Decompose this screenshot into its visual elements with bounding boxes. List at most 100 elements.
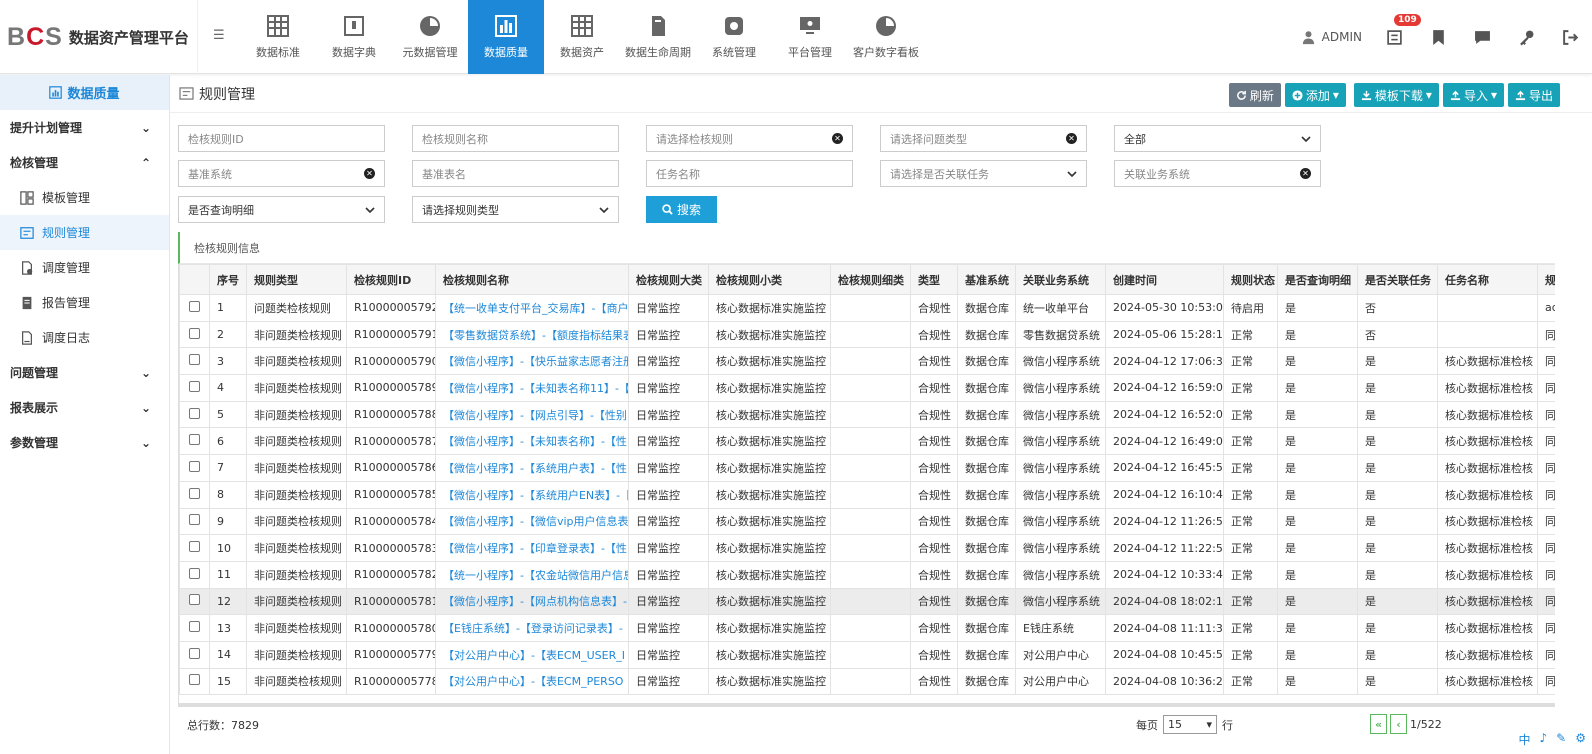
rule-name-link[interactable]: 【统一收单支付平台_交易库】-【商户 [435,294,629,322]
task-list-button[interactable]: 109 [1372,0,1421,74]
menu-toggle-icon[interactable]: ☰ [213,28,225,43]
template-download-button[interactable]: 模板下载 ▾ [1353,83,1439,107]
row-checkbox[interactable] [189,434,200,446]
nav-item-8[interactable]: 客户数字看板 [848,0,924,74]
export-button[interactable]: 导出 [1507,83,1560,107]
table-row[interactable]: 4 非问题类检核规则 R10000005789 【微信小程序】-【未知表名称11】-【… [179,374,1555,402]
row-checkbox[interactable] [189,594,200,606]
column-header[interactable]: 检核规则细类 [830,264,911,295]
import-button[interactable]: 导入 ▾ [1442,83,1504,107]
sidebar-item-template[interactable]: 模板管理 [0,180,169,215]
rule-name-link[interactable]: 【统一小程序】-【农金站微信用户信息 [435,560,629,589]
rule-name-link[interactable]: 【微信小程序】-【系统用户EN表】-【 [435,480,629,509]
rule-name-link[interactable]: 【微信小程序】-【未知表名称】-【性 [435,427,629,456]
rule-name-link[interactable]: 【微信小程序】-【系统用户表】-【性 [435,454,629,482]
ime-item[interactable]: ♪ [1540,731,1548,748]
rule-name-link[interactable]: 【微信小程序】-【网点机构信息表】- [435,587,629,616]
clear-icon[interactable]: ✕ [364,168,375,179]
linked-system-select[interactable]: 关联业务系统 ✕ [1114,160,1321,187]
column-header[interactable]: 是否关联任务 [1357,264,1438,295]
refresh-button[interactable]: 刷新 [1228,83,1281,107]
table-row[interactable]: 8 非问题类检核规则 R10000005785 【微信小程序】-【系统用户EN表】-【… [179,480,1555,509]
column-header[interactable]: 序号 [209,264,247,295]
row-checkbox[interactable] [189,514,200,526]
search-button[interactable]: 搜索 [646,196,717,223]
clear-icon[interactable]: ✕ [1300,168,1311,179]
column-header[interactable]: 规则类型 [246,264,347,295]
table-row[interactable]: 11 非问题类检核规则 R10000005782 【统一小程序】-【农金站微信用户信息… [179,560,1555,589]
nav-item-6[interactable]: 系统管理 [696,0,772,74]
sidebar-group-problem[interactable]: 问题管理 ⌄ [0,355,169,390]
problem-type-select[interactable]: 请选择问题类型 ✕ [880,125,1087,152]
row-checkbox[interactable] [189,354,200,366]
column-header[interactable]: 是否查询明细 [1277,264,1358,295]
row-checkbox[interactable] [189,621,200,633]
nav-item-2[interactable]: 元数据管理 [392,0,468,74]
row-checkbox[interactable] [189,300,200,312]
rule-name-link[interactable]: 【零售数据贷系统】-【额度指标结果表 [435,320,629,349]
row-checkbox[interactable] [189,567,200,579]
table-row[interactable]: 13 非问题类检核规则 R10000005780 【E钱庄系统】-【登录访问记录表】-… [179,614,1555,642]
table-row[interactable]: 5 非问题类检核规则 R10000005788 【微信小程序】-【网点引导】-【性别日… [179,400,1555,429]
column-header[interactable]: 关联业务系统 [1015,264,1106,295]
logout-button[interactable] [1548,0,1592,74]
ime-item[interactable]: ⚙ [1575,731,1586,748]
table-row[interactable]: 1 问题类检核规则 R10000005792 【统一收单支付平台_交易库】-【商户 日常… [179,294,1555,322]
row-checkbox[interactable] [189,407,200,419]
table-row[interactable]: 9 非问题类检核规则 R10000005784 【微信小程序】-【微信vip用户信息表… [179,507,1555,536]
rule-name-link[interactable]: 【微信小程序】-【微信vip用户信息表 [435,507,629,536]
base-system-select[interactable]: 基准系统 ✕ [178,160,385,187]
rule-id-input[interactable]: 检核规则ID [178,125,385,152]
message-button[interactable] [1460,0,1504,74]
key-button[interactable] [1504,0,1548,74]
rule-name-link[interactable]: 【微信小程序】-【印章登录表】-【性 [435,534,629,562]
table-row[interactable]: 6 非问题类检核规则 R10000005787 【微信小程序】-【未知表名称】-【性日… [179,427,1555,456]
sidebar-group-check[interactable]: 检核管理 ⌃ [0,145,169,180]
sidebar-group-parameter[interactable]: 参数管理 ⌄ [0,425,169,460]
row-checkbox[interactable] [189,647,200,659]
task-name-input[interactable]: 任务名称 [646,160,853,187]
sidebar-group-improvement-plan[interactable]: 提升计划管理 ⌄ [0,110,169,145]
rule-type-select[interactable]: 请选择规则类型 [412,196,619,223]
nav-item-7[interactable]: 平台管理 [772,0,848,74]
row-checkbox[interactable] [189,541,200,553]
rule-name-input[interactable]: 检核规则名称 [412,125,619,152]
prev-page-button[interactable]: ‹ [1390,714,1407,734]
base-table-input[interactable]: 基准表名 [412,160,619,187]
row-checkbox[interactable] [189,487,200,499]
rule-name-link[interactable]: 【对公用户中心】-【表ECM_PERSO [435,667,629,696]
input-method-bar[interactable]: 中 ♪ ✎ ⚙ [1518,731,1586,748]
horizontal-scrollbar[interactable] [178,703,1555,707]
column-header[interactable]: 规则状态 [1223,264,1278,295]
nav-item-1[interactable]: 数据字典 [316,0,392,74]
sidebar-group-report-display[interactable]: 报表展示 ⌄ [0,390,169,425]
row-checkbox[interactable] [189,380,200,392]
nav-item-3[interactable]: 数据质量 [468,0,544,74]
column-header[interactable]: 检核规则ID [346,264,436,295]
rule-name-link[interactable]: 【微信小程序】-【网点引导】-【性别 [435,400,629,429]
column-header[interactable]: 任务名称 [1437,264,1538,295]
column-header[interactable]: 创建时间 [1105,264,1224,295]
linked-task-select[interactable]: 请选择是否关联任务 [880,160,1087,187]
table-row[interactable]: 3 非问题类检核规则 R10000005790 【微信小程序】-【快乐益家志愿者注册日… [179,347,1555,376]
add-button[interactable]: 添加 ▾ [1284,83,1346,107]
column-header[interactable]: 基准系统 [957,264,1016,295]
table-row[interactable]: 10 非问题类检核规则 R10000005783 【微信小程序】-【印章登录表】-【性… [179,534,1555,562]
column-header[interactable]: 类型 [910,264,958,295]
ime-item[interactable]: ✎ [1556,731,1566,748]
rule-name-link[interactable]: 【E钱庄系统】-【登录访问记录表】- [435,614,629,642]
nav-item-4[interactable]: 数据资产 [544,0,620,74]
column-header[interactable]: 检核规则名称 [435,264,629,295]
ime-item[interactable]: 中 [1518,731,1530,748]
column-header[interactable]: 规 [1537,264,1555,295]
first-page-button[interactable]: « [1370,714,1387,734]
nav-item-0[interactable]: 数据标准 [240,0,316,74]
page-size-select[interactable]: 15 ▾ [1163,715,1217,734]
user-menu[interactable]: ADMIN [1301,30,1362,45]
row-checkbox[interactable] [189,674,200,686]
nav-item-5[interactable]: 数据生命周期 [620,0,696,74]
status-select[interactable]: 全部 [1114,125,1321,152]
sidebar-item-schedule[interactable]: 调度管理 [0,250,169,285]
logo[interactable]: BCS 数据资产管理平台 [0,0,198,74]
table-row[interactable]: 15 非问题类检核规则 R10000005778 【对公用户中心】-【表ECM_PER… [179,667,1555,696]
